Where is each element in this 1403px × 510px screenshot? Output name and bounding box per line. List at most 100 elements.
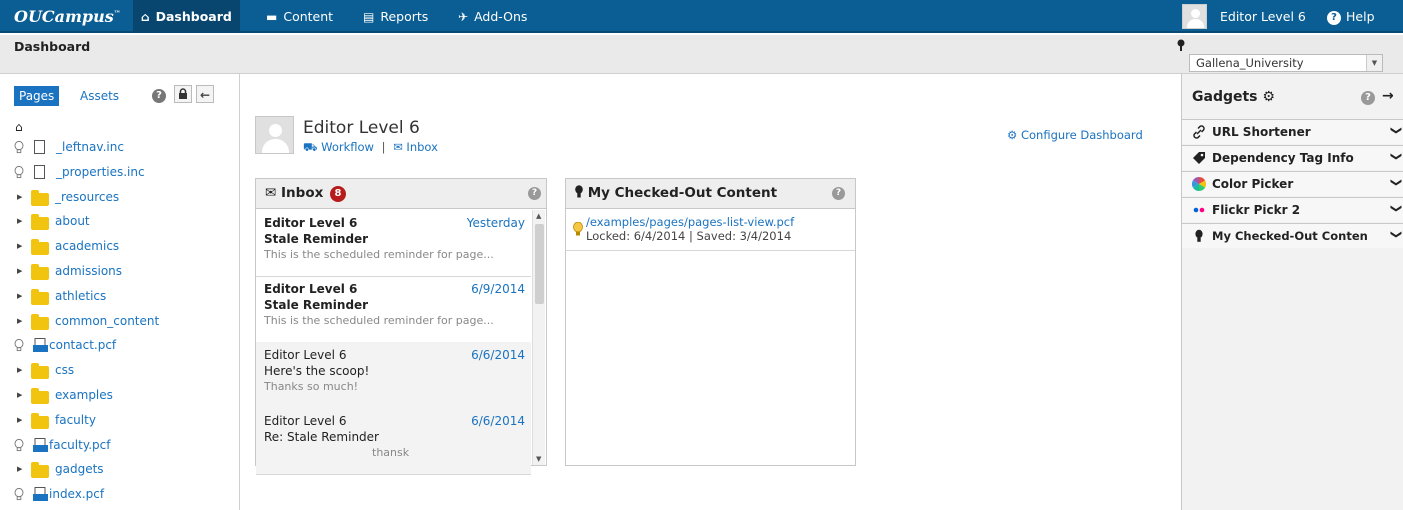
- folder-icon: [31, 462, 49, 479]
- tree-item[interactable]: faculty.pcf: [0, 436, 239, 460]
- inbox-panel-header: ✉ Inbox 8 ?: [256, 179, 546, 209]
- gear-icon[interactable]: ⚙: [1262, 89, 1275, 105]
- message-preview: Thanks so much!: [264, 380, 359, 393]
- tree-item[interactable]: contact.pcf: [0, 336, 239, 360]
- gadget-item[interactable]: URL Shortener ❯: [1182, 119, 1403, 144]
- user-name-link[interactable]: Editor Level 6: [1220, 0, 1306, 33]
- user-avatar[interactable]: [1182, 4, 1207, 29]
- chevron-down-icon[interactable]: ❯: [1390, 204, 1403, 213]
- arrow-right-icon: →: [1382, 88, 1394, 104]
- tree-item[interactable]: ▶ faculty: [0, 411, 239, 435]
- tree-item[interactable]: ▶ gadgets: [0, 460, 239, 484]
- folder-icon: [31, 313, 49, 330]
- chevron-down-icon[interactable]: ❯: [1390, 178, 1403, 187]
- tree-item[interactable]: _leftnav.inc: [0, 138, 239, 162]
- caret-right-icon[interactable]: ▶: [17, 242, 22, 250]
- lightbulb-icon: [573, 222, 583, 236]
- help-icon: ?: [1327, 11, 1341, 25]
- inbox-link[interactable]: ✉ Inbox: [393, 140, 438, 154]
- nav-content[interactable]: ▬ Content: [258, 0, 341, 33]
- caret-right-icon[interactable]: ▶: [17, 391, 22, 399]
- caret-right-icon[interactable]: ▶: [17, 465, 22, 473]
- tree-item[interactable]: ▶ css: [0, 361, 239, 385]
- tree-item[interactable]: ▶ admissions: [0, 262, 239, 286]
- tree-item[interactable]: ▶ athletics: [0, 287, 239, 311]
- message-subject: Re: Stale Reminder: [264, 430, 379, 444]
- profile-links: ⛟ Workflow | ✉ Inbox: [303, 140, 438, 156]
- tree-item-label: gadgets: [55, 462, 104, 477]
- scroll-down-icon[interactable]: ▼: [536, 455, 541, 463]
- help-icon[interactable]: ?: [150, 85, 168, 103]
- inbox-message[interactable]: Editor Level 6 6/6/2014 Re: Stale Reminder…: [256, 408, 531, 475]
- checked-out-panel: My Checked-Out Content ? /examples/pages…: [565, 178, 856, 466]
- folder-icon: [31, 388, 49, 404]
- configure-dashboard-link[interactable]: ⚙ Configure Dashboard: [1007, 128, 1143, 142]
- help-icon[interactable]: ?: [528, 187, 541, 200]
- scrollbar-thumb[interactable]: [535, 224, 544, 304]
- inbox-scrollbar[interactable]: ▲ ▼: [532, 210, 545, 465]
- nav-reports[interactable]: ▤ Reports: [355, 0, 436, 33]
- tree-item-label: css: [55, 363, 75, 378]
- lightbulb-icon: [14, 488, 24, 501]
- inbox-panel: ✉ Inbox 8 ? Editor Level 6 Yesterday Stale…: [255, 178, 547, 475]
- brand-logo[interactable]: OUCampus™: [14, 7, 121, 26]
- checked-out-path-link[interactable]: /examples/pages/pages-list-view.pcf: [586, 215, 794, 229]
- caret-right-icon[interactable]: ▶: [17, 217, 22, 225]
- site-select[interactable]: Gallena_University ▼: [1189, 54, 1383, 72]
- caret-right-icon[interactable]: ▶: [17, 193, 22, 201]
- inbox-message[interactable]: Editor Level 6 6/9/2014 Stale Reminder This…: [256, 276, 531, 343]
- envelope-icon: ✉: [393, 140, 403, 154]
- gadget-item[interactable]: My Checked-Out Conten ❯: [1182, 223, 1403, 248]
- folder-icon: [31, 189, 49, 206]
- help-icon[interactable]: ?: [1361, 91, 1375, 105]
- tree-item[interactable]: ▶ about: [0, 212, 239, 236]
- tab-assets[interactable]: Assets: [80, 89, 119, 103]
- inbox-message[interactable]: Editor Level 6 Yesterday Stale Reminder Thi…: [256, 210, 531, 277]
- tree-item[interactable]: index.pcf: [0, 485, 239, 509]
- chevron-down-icon[interactable]: ❯: [1390, 126, 1403, 135]
- chevron-down-icon[interactable]: ❯: [1390, 230, 1403, 239]
- caret-right-icon[interactable]: ▶: [17, 267, 22, 275]
- breadcrumb-bar: Dashboard Gallena_University ▼: [0, 35, 1403, 74]
- help-link[interactable]: ? Help: [1327, 0, 1375, 33]
- top-navigation-bar: OUCampus™ ⌂ Dashboard ▬ Content ▤ Reports ✈…: [0, 0, 1403, 33]
- tab-pages[interactable]: Pages: [14, 86, 60, 106]
- profile-name: Editor Level 6: [303, 118, 420, 138]
- tree-item-label: academics: [55, 239, 120, 254]
- tree-item[interactable]: ▶ _resources: [0, 188, 239, 212]
- folder-icon: [31, 214, 49, 231]
- profile-avatar: [255, 116, 294, 154]
- workflow-link[interactable]: ⛟ Workflow: [303, 140, 374, 154]
- nav-add-ons[interactable]: ✈ Add-Ons: [450, 0, 535, 33]
- tree-item[interactable]: ▶ common_content: [0, 312, 239, 336]
- caret-right-icon[interactable]: ▶: [17, 416, 22, 424]
- collapse-gadgets-button[interactable]: →: [1382, 88, 1394, 104]
- caret-right-icon[interactable]: ▶: [17, 292, 22, 300]
- pcf-file-icon: [33, 338, 48, 353]
- home-icon[interactable]: ⌂: [15, 120, 23, 134]
- gadget-item[interactable]: Flickr Pickr 2 ❯: [1182, 197, 1403, 222]
- map-pin-icon: [1177, 39, 1185, 51]
- tree-item-label: athletics: [55, 288, 107, 303]
- caret-right-icon[interactable]: ▶: [17, 317, 22, 325]
- folder-icon: ▬: [266, 10, 278, 24]
- lock-icon[interactable]: [174, 85, 192, 103]
- tree-item[interactable]: ▶ academics: [0, 237, 239, 261]
- gadget-item[interactable]: Dependency Tag Info ❯: [1182, 145, 1403, 170]
- link-separator: |: [381, 140, 386, 154]
- lightbulb-icon: [14, 165, 24, 178]
- checked-out-item: /examples/pages/pages-list-view.pcf Lock…: [566, 210, 855, 251]
- collapse-sidebar-button[interactable]: ←: [196, 85, 214, 103]
- help-icon[interactable]: ?: [832, 187, 845, 200]
- unread-count-badge: 8: [330, 186, 346, 202]
- inbox-message[interactable]: Editor Level 6 6/6/2014 Here's the scoop! T…: [256, 342, 531, 409]
- chevron-down-icon[interactable]: ❯: [1390, 152, 1403, 161]
- tree-item[interactable]: ▶ examples: [0, 386, 239, 410]
- nav-dashboard[interactable]: ⌂ Dashboard: [133, 0, 240, 33]
- gadget-item[interactable]: Color Picker ❯: [1182, 171, 1403, 196]
- caret-right-icon[interactable]: ▶: [17, 366, 22, 374]
- tree-item[interactable]: _properties.inc: [0, 163, 239, 187]
- scroll-up-icon[interactable]: ▲: [536, 212, 541, 220]
- message-subject: Stale Reminder: [264, 298, 369, 312]
- folder-icon: [31, 264, 49, 280]
